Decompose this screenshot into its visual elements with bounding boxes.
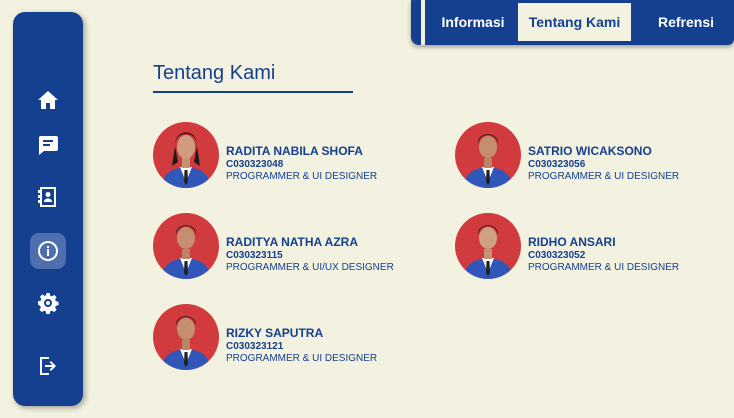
info-icon: [38, 241, 58, 261]
gear-icon: [38, 293, 59, 314]
member-nim: C030323056: [528, 159, 586, 170]
title-underline: [153, 91, 353, 93]
member-nim: C030323052: [528, 250, 586, 261]
member-nim: C030323115: [226, 250, 283, 261]
contact-card-icon: [38, 187, 56, 207]
top-nav-divider: [421, 0, 425, 45]
nav-contact[interactable]: [30, 179, 66, 215]
member-info: RADITA NABILA SHOFA C030323048 PROGRAMME…: [226, 144, 377, 182]
member-role: PROGRAMMER & UI DESIGNER: [226, 171, 378, 182]
member-photo: [455, 122, 521, 188]
member-role: PROGRAMMER & UI DESIGNER: [528, 171, 680, 182]
member-name: RADITA NABILA SHOFA: [226, 144, 363, 158]
top-nav: Informasi Tentang Kami Refrensi: [411, 0, 734, 45]
tab-tentang-kami[interactable]: Tentang Kami: [518, 3, 631, 41]
member-nim: C030323048: [226, 159, 284, 170]
member-photo: [455, 213, 521, 279]
nav-chat[interactable]: [30, 127, 66, 163]
member-info: RIDHO ANSARI C030323052 PROGRAMMER & UI …: [528, 235, 679, 273]
tab-informasi[interactable]: Informasi: [431, 3, 515, 41]
member-role: PROGRAMMER & UI/UX DESIGNER: [226, 262, 394, 273]
member-info: RIZKY SAPUTRA C030323121 PROGRAMMER & UI…: [226, 326, 377, 364]
tab-refrensi[interactable]: Refrensi: [647, 3, 725, 41]
member-info: SATRIO WICAKSONO C030323056 PROGRAMMER &…: [528, 144, 679, 182]
member-name: RIZKY SAPUTRA: [226, 326, 324, 340]
sidebar: [13, 12, 83, 406]
nav-settings[interactable]: [30, 285, 66, 321]
nav-logout[interactable]: [30, 348, 66, 384]
page-title: Tentang Kami: [153, 62, 276, 84]
logout-icon: [40, 357, 56, 375]
member-nim: C030323121: [226, 341, 284, 352]
member-name: RIDHO ANSARI: [528, 235, 616, 249]
nav-info[interactable]: [30, 233, 66, 269]
member-role: PROGRAMMER & UI DESIGNER: [528, 262, 680, 273]
home-icon: [38, 91, 58, 109]
member-name: SATRIO WICAKSONO: [528, 144, 652, 158]
member-name: RADITYA NATHA AZRA: [226, 235, 358, 249]
member-role: PROGRAMMER & UI DESIGNER: [226, 353, 378, 364]
member-photo: [153, 213, 219, 279]
chat-icon: [38, 136, 58, 155]
member-photo: [153, 304, 219, 370]
nav-home[interactable]: [30, 82, 66, 118]
member-info: RADITYA NATHA AZRA C030323115 PROGRAMMER…: [226, 235, 394, 273]
member-photo: [153, 122, 219, 188]
